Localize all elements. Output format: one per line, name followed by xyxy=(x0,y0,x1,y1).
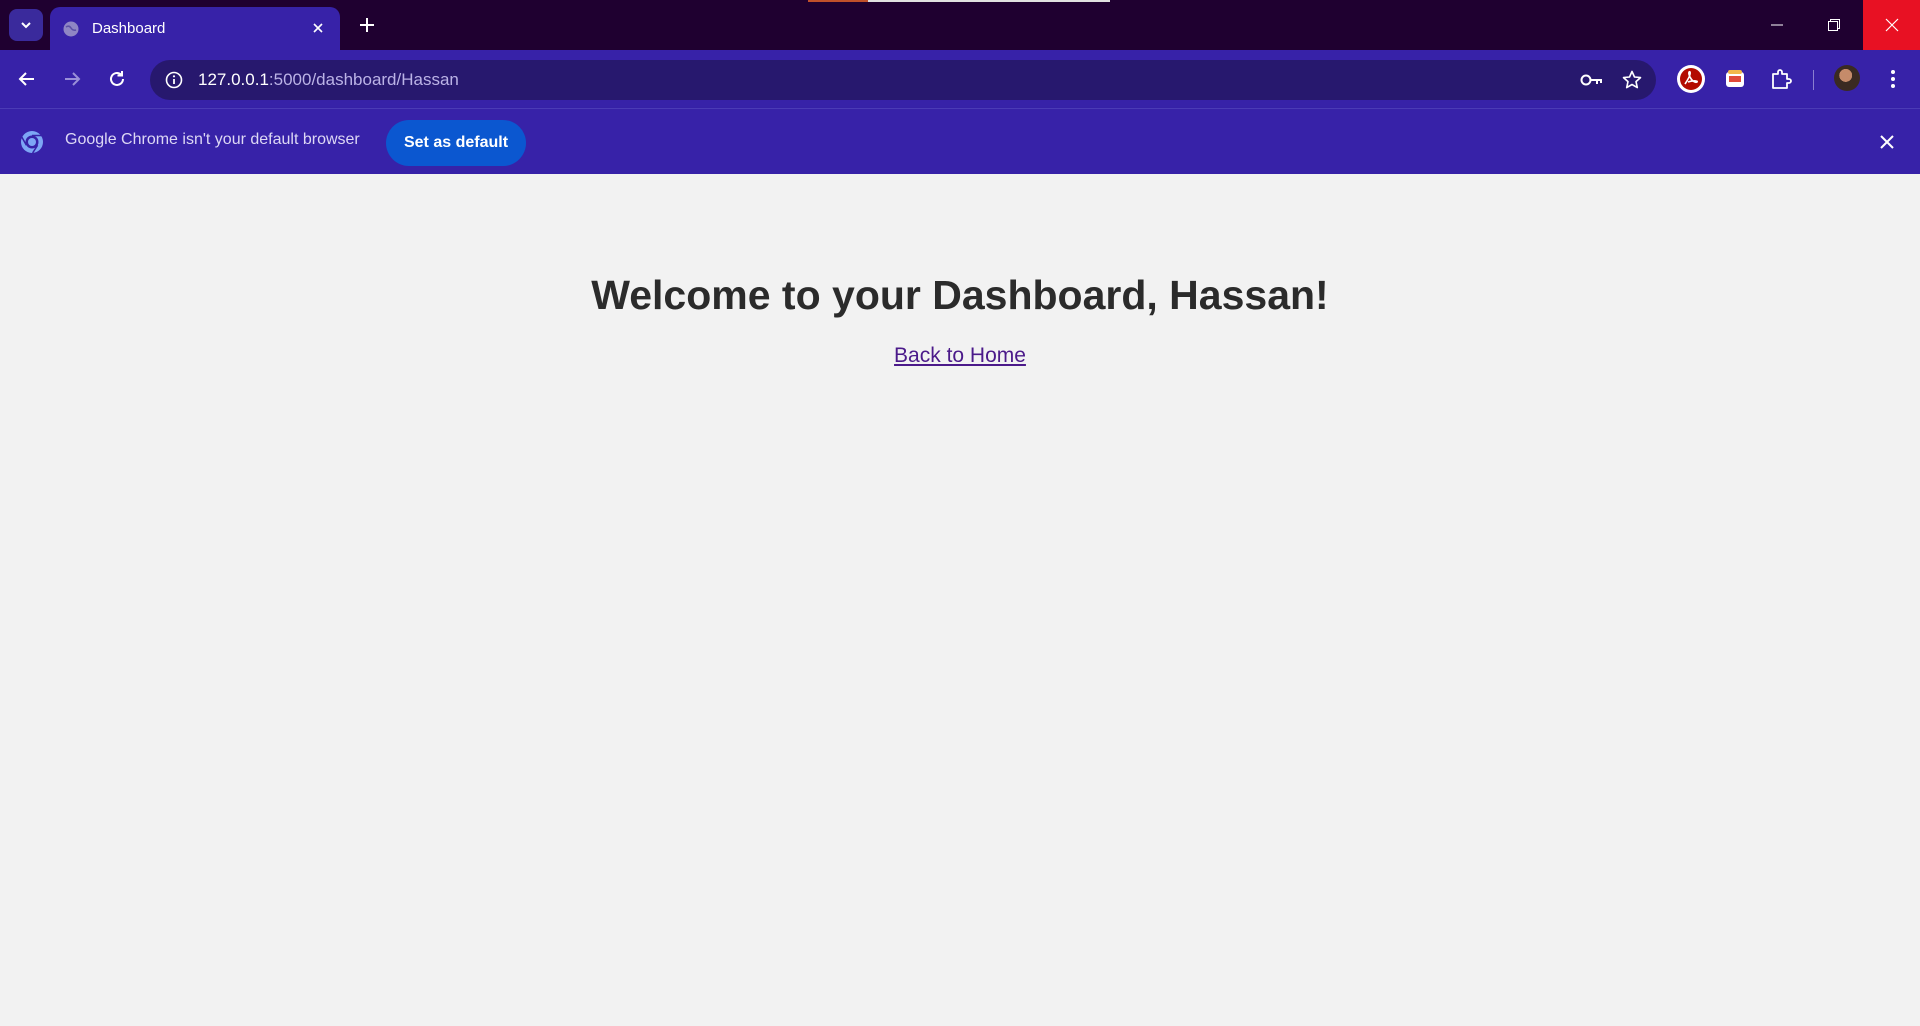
minimize-icon xyxy=(1771,24,1783,26)
toolbar-separator xyxy=(1813,70,1814,90)
chevron-down-icon xyxy=(21,22,31,29)
close-icon xyxy=(1885,18,1899,32)
tab-title: Dashboard xyxy=(92,20,166,37)
restore-button[interactable] xyxy=(1805,0,1863,50)
extensions-menu-button[interactable] xyxy=(1766,64,1796,94)
home-link-container: Back to Home xyxy=(0,344,1920,368)
url-text: 127.0.0.1:5000/dashboard/Hassan xyxy=(198,70,459,90)
url-host: 127.0.0.1 xyxy=(198,70,269,89)
address-bar[interactable]: 127.0.0.1:5000/dashboard/Hassan xyxy=(150,60,1656,100)
site-info-button[interactable] xyxy=(154,60,194,100)
infobar-close-button[interactable] xyxy=(1872,129,1902,155)
key-icon[interactable] xyxy=(1580,72,1604,88)
pdf-extension-button[interactable] xyxy=(1676,64,1706,94)
info-icon xyxy=(165,71,183,89)
forward-button[interactable] xyxy=(55,62,89,96)
page-heading: Welcome to your Dashboard, Hassan! xyxy=(591,272,1329,318)
tabstrip-indicator xyxy=(808,0,868,2)
puzzle-icon xyxy=(1772,69,1792,89)
close-window-button[interactable] xyxy=(1863,0,1920,50)
chrome-menu-button[interactable] xyxy=(1878,64,1908,94)
default-browser-infobar: Google Chrome isn't your default browser… xyxy=(0,108,1920,174)
extension-icon xyxy=(1726,70,1744,87)
url-path: :5000/dashboard/Hassan xyxy=(268,70,459,89)
back-button[interactable] xyxy=(10,62,44,96)
minimize-button[interactable] xyxy=(1748,0,1806,50)
forward-arrow-icon xyxy=(65,72,81,86)
infobar-message: Google Chrome isn't your default browser xyxy=(65,131,360,148)
globe-icon xyxy=(63,21,79,36)
restore-icon xyxy=(1828,19,1840,31)
extension-button[interactable] xyxy=(1720,64,1750,94)
profile-avatar[interactable] xyxy=(1834,65,1860,91)
back-to-home-link[interactable]: Back to Home xyxy=(894,344,1026,367)
back-arrow-icon xyxy=(18,72,34,86)
title-bar: Dashboard xyxy=(0,0,1920,50)
reload-icon xyxy=(110,71,124,86)
tabstrip-indicator xyxy=(868,0,1110,2)
star-icon[interactable] xyxy=(1622,70,1642,90)
toolbar: 127.0.0.1:5000/dashboard/Hassan xyxy=(0,50,1920,108)
pdf-extension-icon xyxy=(1677,65,1705,93)
tab-close-icon[interactable] xyxy=(308,18,328,39)
plus-icon xyxy=(360,18,374,32)
tab-dashboard[interactable]: Dashboard xyxy=(50,7,340,50)
close-icon xyxy=(1880,135,1894,149)
tab-search-button[interactable] xyxy=(9,9,43,41)
reload-button[interactable] xyxy=(100,62,134,96)
kebab-menu-icon xyxy=(1891,70,1895,88)
chrome-logo-icon xyxy=(20,131,43,154)
page-content: Welcome to your Dashboard, Hassan! Back … xyxy=(0,174,1920,1026)
set-as-default-button[interactable]: Set as default xyxy=(386,120,526,166)
new-tab-button[interactable] xyxy=(352,10,382,40)
